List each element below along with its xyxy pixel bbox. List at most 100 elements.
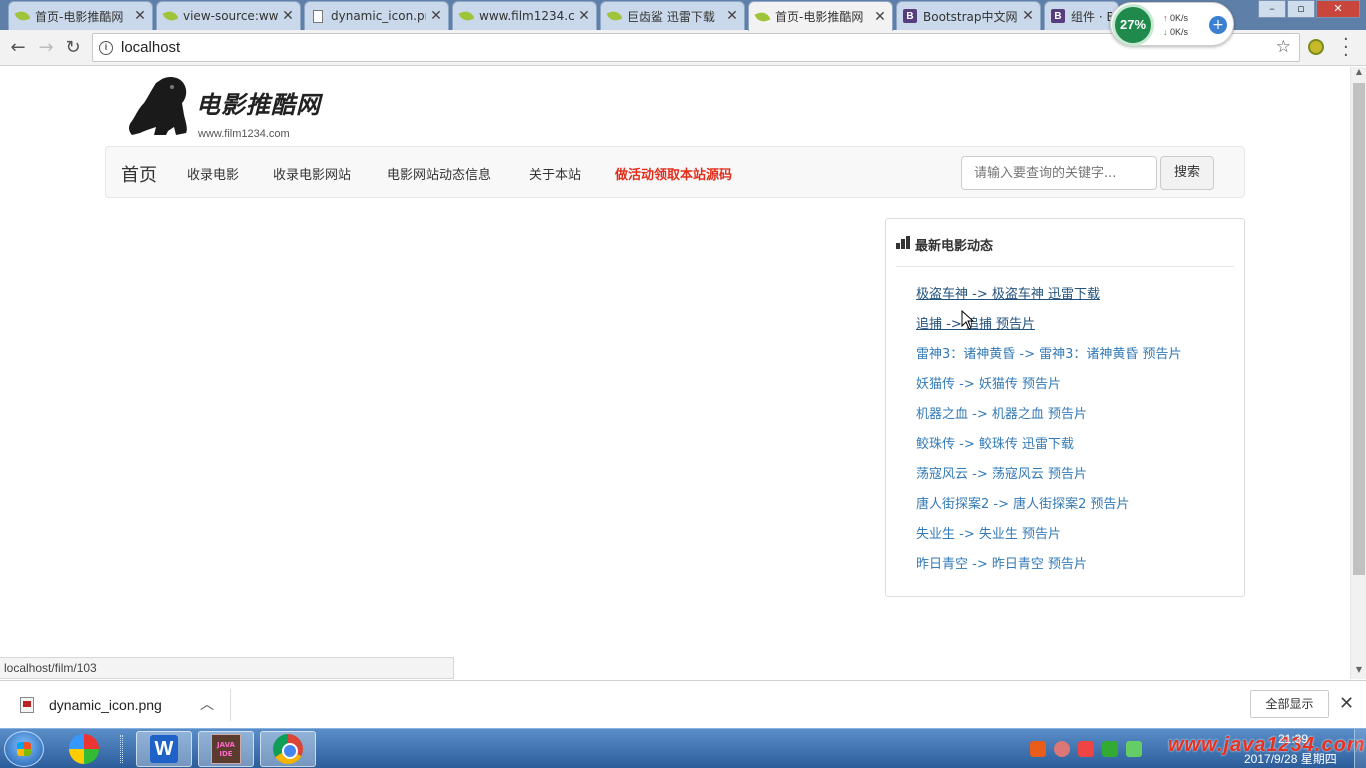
- shield-icon[interactable]: [1102, 741, 1118, 757]
- taskbar-app-balls[interactable]: [56, 731, 112, 767]
- movie-news-link[interactable]: 雷神3：诸神黄昏 -> 雷神3：诸神黄昏 预告片: [916, 343, 1182, 373]
- leaf-icon: [606, 9, 622, 23]
- movie-news-link[interactable]: 妖猫传 -> 妖猫传 预告片: [916, 373, 1182, 403]
- nav-site-updates[interactable]: 电影网站动态信息: [387, 164, 491, 183]
- forward-button[interactable]: →: [36, 38, 56, 58]
- leaf-icon: [754, 9, 770, 24]
- latest-movies-panel: 最新电影动态 极盗车神 -> 极盗车神 迅雷下载 追捕 -> 追捕 预告片 雷神3：…: [885, 218, 1245, 597]
- close-icon[interactable]: ✕: [1339, 693, 1354, 714]
- scroll-thumb[interactable]: [1353, 83, 1365, 575]
- gorilla-logo-icon: [129, 76, 187, 135]
- movie-news-link[interactable]: 唐人街探案2 -> 唐人街探案2 预告片: [916, 493, 1182, 523]
- boost-plus-icon[interactable]: +: [1209, 16, 1227, 34]
- movie-news-link[interactable]: 极盗车神 -> 极盗车神 迅雷下载: [916, 283, 1182, 313]
- chevron-up-icon[interactable]: ︿: [200, 694, 214, 714]
- memory-percent: 27%: [1112, 4, 1154, 46]
- extension-icon[interactable]: [1308, 39, 1324, 55]
- tab-close-icon[interactable]: ✕: [1022, 8, 1034, 24]
- show-desktop-button[interactable]: [1354, 729, 1366, 768]
- clock-date[interactable]: 2017/9/28 星期四: [1244, 750, 1337, 767]
- link-status-bubble: localhost/film/103: [0, 657, 454, 679]
- download-file-name[interactable]: dynamic_icon.png: [49, 697, 162, 713]
- tab-close-icon[interactable]: ✕: [282, 8, 294, 24]
- browser-tab[interactable]: view-source:www ✕: [156, 1, 301, 30]
- panel-heading: 最新电影动态: [896, 235, 1234, 267]
- minimize-button[interactable]: –: [1258, 0, 1286, 18]
- browser-tab[interactable]: B 组件 · Bootstrap: [1044, 1, 1119, 30]
- sogou-icon[interactable]: [1030, 741, 1046, 757]
- tab-close-icon[interactable]: ✕: [874, 9, 886, 25]
- movie-news-link[interactable]: 失业生 -> 失业生 预告片: [916, 523, 1182, 553]
- tab-title: 首页-电影推酷网: [775, 10, 864, 24]
- system-tray: [1030, 729, 1150, 768]
- back-button[interactable]: ←: [8, 38, 28, 58]
- nav-home[interactable]: 首页: [121, 161, 157, 187]
- movie-news-link[interactable]: 机器之血 -> 机器之血 预告片: [916, 403, 1182, 433]
- search-button[interactable]: 搜索: [1160, 156, 1214, 190]
- logo-title: 电影推酷网: [196, 90, 321, 119]
- movie-news-link[interactable]: 昨日青空 -> 昨日青空 预告片: [916, 553, 1182, 583]
- security-icon[interactable]: [1078, 741, 1094, 757]
- tab-title: 巨齿鲨 迅雷下载: [627, 9, 715, 24]
- address-text: localhost: [121, 39, 181, 56]
- chrome-menu-icon[interactable]: · · ·: [1343, 31, 1349, 65]
- taskbar-app-chrome[interactable]: [260, 731, 316, 767]
- tab-title: 组件 · Bootstrap: [1071, 9, 1112, 24]
- tab-close-icon[interactable]: ✕: [134, 8, 146, 24]
- browser-tab[interactable]: www.film1234.com ✕: [452, 1, 597, 30]
- chrome-icon: [273, 734, 303, 764]
- browser-tab[interactable]: B Bootstrap中文网 ✕: [896, 1, 1041, 30]
- tab-title: Bootstrap中文网: [923, 9, 1018, 24]
- reload-button[interactable]: ↻: [63, 38, 83, 58]
- window-controls: – ▫ ✕: [1257, 0, 1360, 18]
- image-file-icon: [20, 697, 34, 713]
- bootstrap-icon: B: [903, 9, 917, 23]
- scroll-up-arrow[interactable]: ▲: [1351, 67, 1366, 81]
- maximize-button[interactable]: ▫: [1287, 0, 1315, 18]
- nav-film-sites[interactable]: 收录电影网站: [273, 164, 351, 183]
- flower-icon[interactable]: [1054, 741, 1070, 757]
- download-divider: [230, 689, 231, 721]
- panel-title: 最新电影动态: [915, 239, 994, 254]
- browser-tab[interactable]: 巨齿鲨 迅雷下载 ✕: [600, 1, 745, 30]
- browser-tab[interactable]: dynamic_icon.png ✕: [304, 1, 449, 30]
- leaf-icon: [162, 9, 178, 23]
- tab-close-icon[interactable]: ✕: [430, 8, 442, 24]
- movie-news-link[interactable]: 追捕 -> 追捕 预告片: [916, 313, 1182, 343]
- download-speed: ↓ 0K/s: [1163, 27, 1189, 37]
- page-scrollbar[interactable]: ▲ ▼: [1350, 67, 1366, 679]
- tab-close-icon[interactable]: ✕: [578, 8, 590, 24]
- taskbar-app-java-ide[interactable]: JAVA IDE: [198, 731, 254, 767]
- site-logo[interactable]: 电影推酷网 www.film1234.com: [126, 75, 336, 140]
- doc-icon: [311, 9, 325, 23]
- bookmark-star-icon[interactable]: ☆: [1276, 37, 1291, 57]
- scroll-down-arrow[interactable]: ▼: [1351, 665, 1366, 679]
- info-icon[interactable]: i: [99, 40, 113, 55]
- search-input[interactable]: [961, 156, 1157, 190]
- movie-news-link[interactable]: 荡寇风云 -> 荡寇风云 预告片: [916, 463, 1182, 493]
- nav-films[interactable]: 收录电影: [187, 164, 239, 183]
- network-icon[interactable]: [1126, 741, 1142, 757]
- window-close-button[interactable]: ✕: [1316, 0, 1360, 18]
- tab-title: 首页-电影推酷网: [35, 9, 124, 24]
- tab-title: view-source:www: [183, 9, 278, 23]
- colorful-balls-icon: [69, 734, 99, 764]
- nav-source-promo[interactable]: 做活动领取本站源码: [615, 164, 732, 183]
- mouse-cursor-icon: [961, 310, 975, 330]
- browser-tab[interactable]: 首页-电影推酷网 ✕: [8, 1, 153, 30]
- upload-speed: ↑ 0K/s: [1163, 13, 1189, 23]
- movie-news-list: 极盗车神 -> 极盗车神 迅雷下载 追捕 -> 追捕 预告片 雷神3：诸神黄昏 ->…: [916, 283, 1182, 583]
- show-all-downloads-button[interactable]: 全部显示: [1250, 690, 1329, 718]
- tab-close-icon[interactable]: ✕: [726, 8, 738, 24]
- taskbar-app-wps[interactable]: W: [136, 731, 192, 767]
- taskbar-grip: [120, 735, 123, 763]
- leaf-icon: [458, 9, 474, 23]
- start-button[interactable]: [4, 731, 44, 767]
- clock-time[interactable]: 21:39: [1278, 732, 1308, 746]
- nav-about[interactable]: 关于本站: [529, 164, 581, 183]
- network-speed-widget[interactable]: 27% ↑ 0K/s ↓ 0K/s +: [1110, 2, 1234, 46]
- browser-tab[interactable]: 首页-电影推酷网 ✕: [748, 1, 893, 31]
- movie-news-link[interactable]: 鲛珠传 -> 鲛珠传 迅雷下载: [916, 433, 1182, 463]
- wps-icon: W: [150, 735, 178, 763]
- windows-taskbar: W JAVA IDE www.java1234.com 21:39 2017/9/…: [0, 728, 1366, 768]
